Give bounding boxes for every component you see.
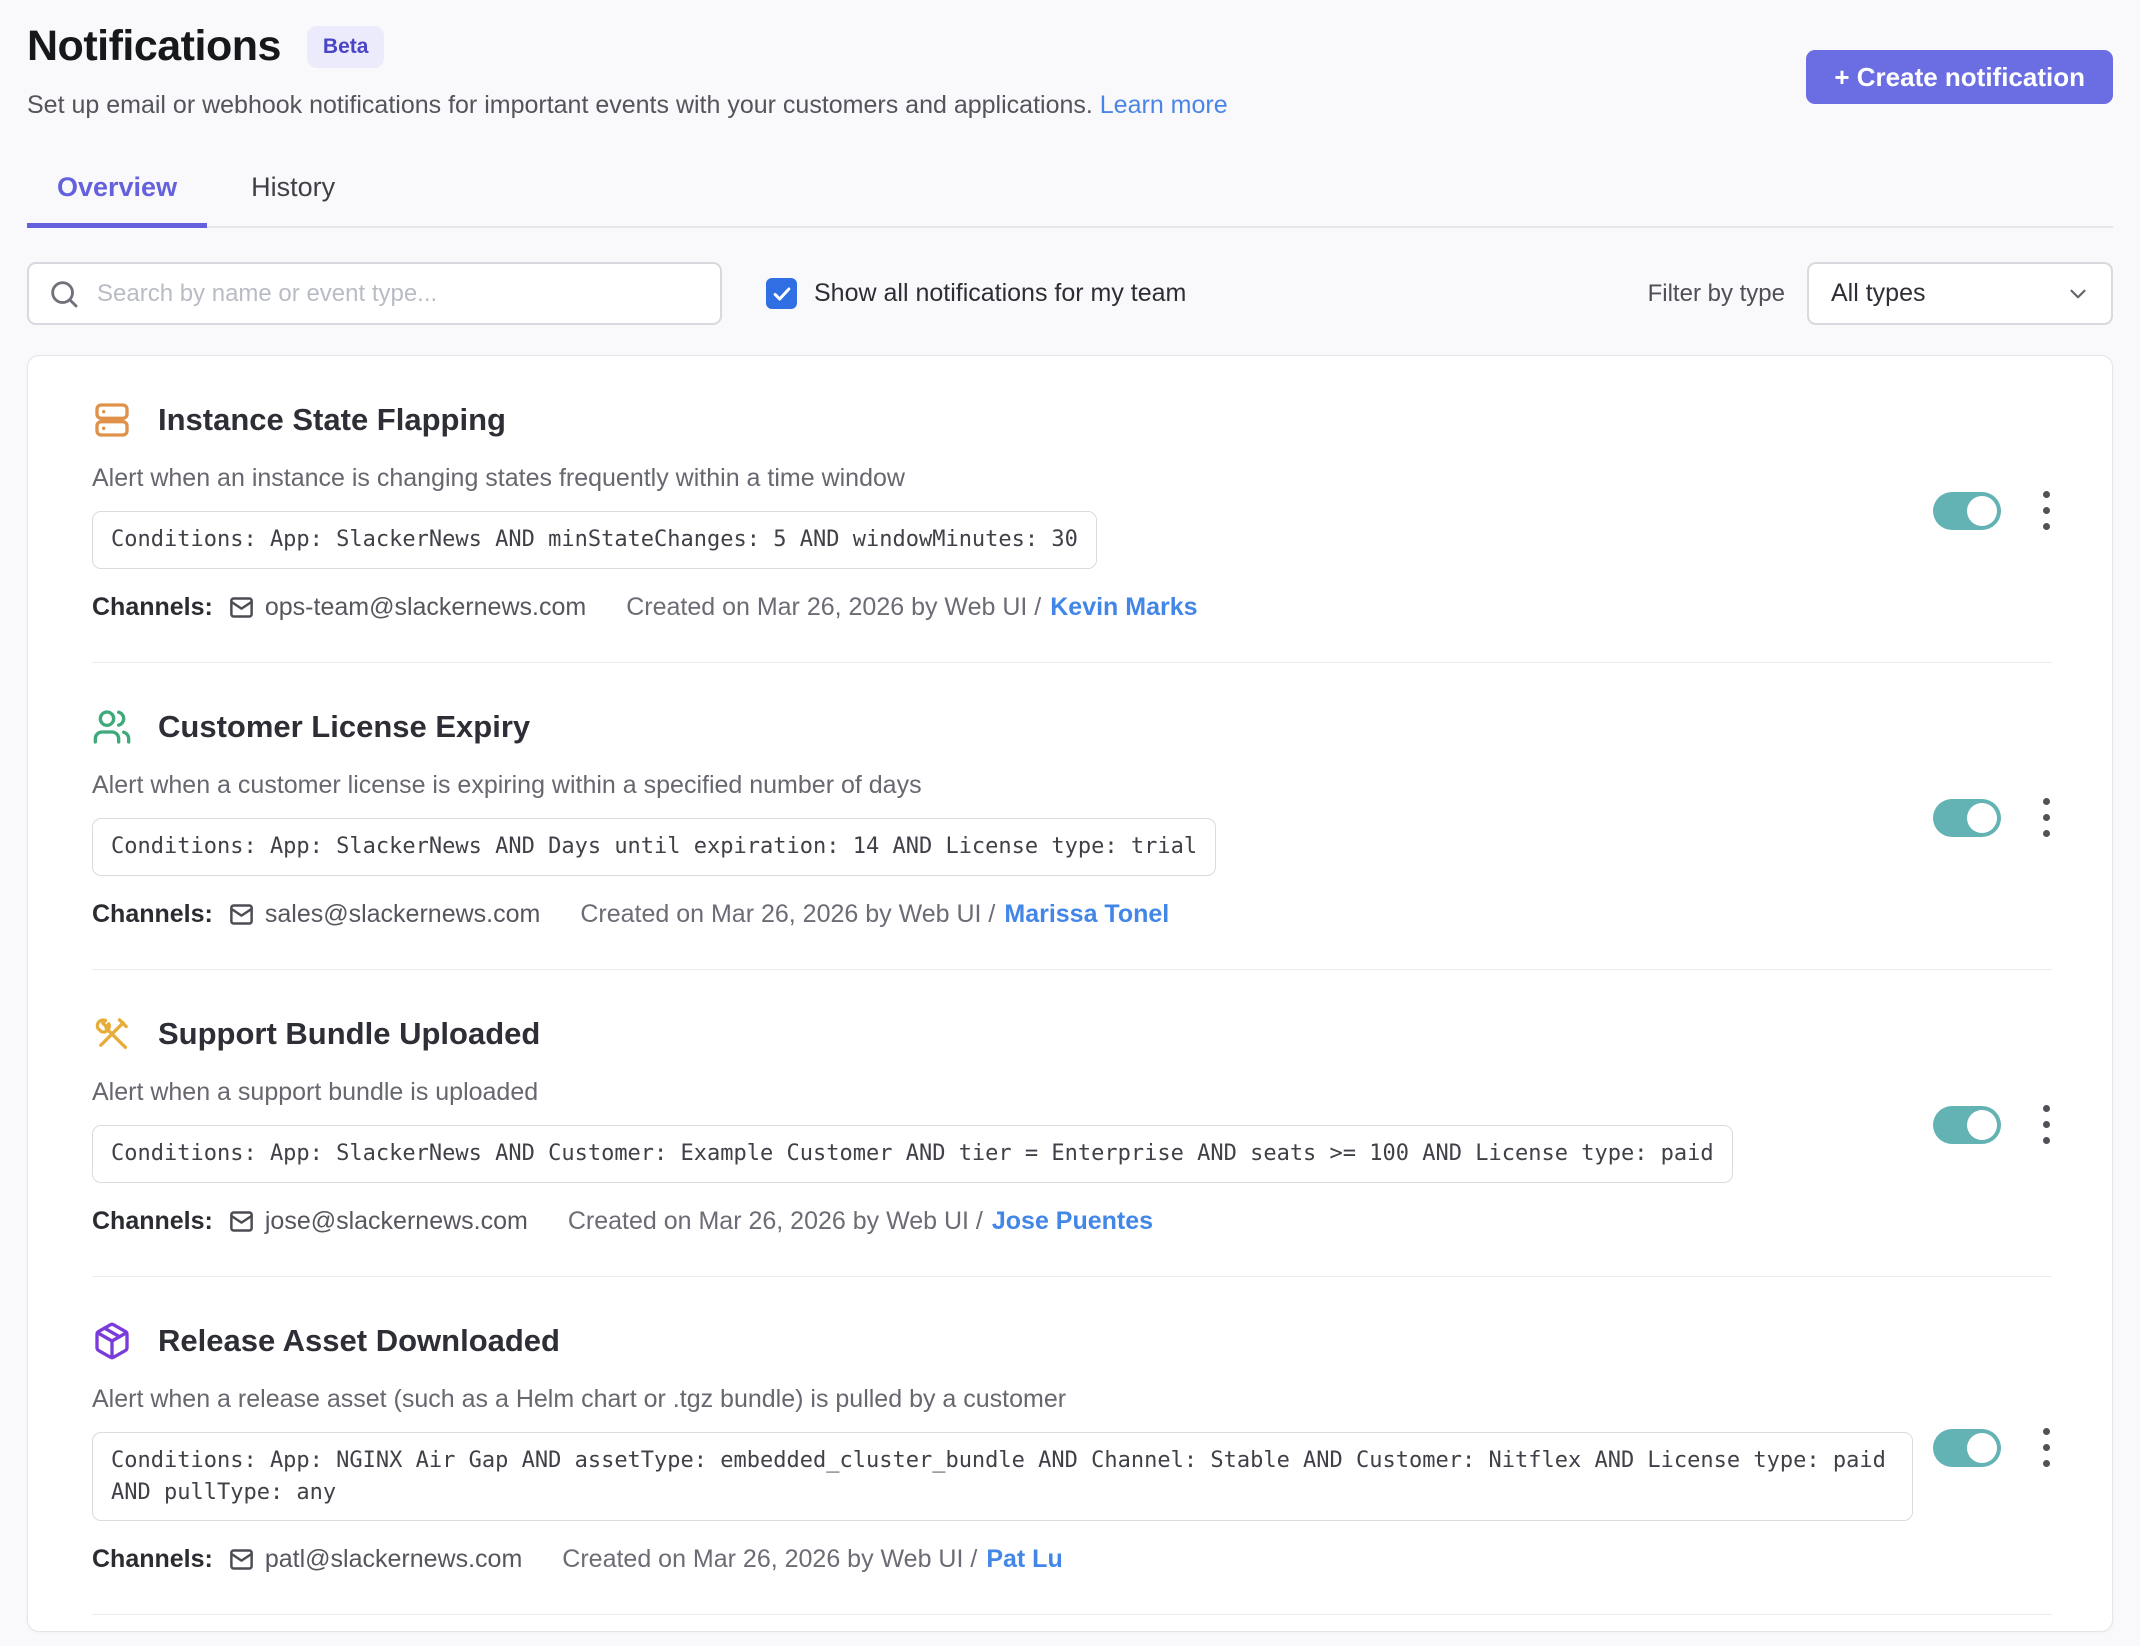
filter-type-select[interactable]: All types [1807,262,2113,325]
meta-line: Channels: patl@slackernews.com Created o… [92,1545,1913,1574]
users-icon [92,707,132,747]
tab-overview[interactable]: Overview [27,158,207,228]
search-box [27,262,722,325]
search-icon [47,277,81,316]
notification-row-release-asset-downloaded: Release Asset Downloaded Alert when a re… [92,1277,2052,1616]
meta-line: Channels: sales@slackernews.com Created … [92,900,1913,929]
notification-title: Support Bundle Uploaded [158,1016,540,1052]
notification-title: Release Asset Downloaded [158,1323,560,1359]
conditions-box: Conditions: App: NGINX Air Gap AND asset… [92,1432,1913,1522]
page-title: Notifications [27,22,281,71]
tools-icon [92,1014,132,1054]
notification-title: Instance State Flapping [158,402,506,438]
toggle-knob [1967,1433,1997,1463]
enabled-toggle[interactable] [1933,492,2001,530]
channel-email: ops-team@slackernews.com [265,593,586,622]
created-text: Created on Mar 26, 2026 by Web UI / [562,1545,977,1574]
page-header: Notifications Beta Set up email or webho… [27,22,2113,120]
author-link[interactable]: Pat Lu [986,1545,1062,1574]
notification-description: Alert when a release asset (such as a He… [92,1385,1913,1414]
tab-history[interactable]: History [221,158,365,228]
enabled-toggle[interactable] [1933,1106,2001,1144]
notification-description: Alert when a support bundle is uploaded [92,1078,1913,1107]
notification-description: Alert when a customer license is expirin… [92,771,1913,800]
channels-label: Channels: [92,1207,213,1236]
search-input[interactable] [27,262,722,325]
team-notifications-checkbox-row[interactable]: Show all notifications for my team [766,278,1186,309]
created-text: Created on Mar 26, 2026 by Web UI / [580,900,995,929]
meta-line: Channels: ops-team@slackernews.com Creat… [92,593,1913,622]
notifications-page: Notifications Beta Set up email or webho… [0,0,2140,1646]
toggle-knob [1967,803,1997,833]
channels-label: Channels: [92,1545,213,1574]
learn-more-link[interactable]: Learn more [1100,91,1228,119]
server-icon [92,400,132,440]
notification-row-support-bundle-uploaded: Support Bundle Uploaded Alert when a sup… [92,970,2052,1277]
toggle-knob [1967,496,1997,526]
conditions-box: Conditions: App: SlackerNews AND Custome… [92,1125,1733,1183]
notification-row-customer-license-expiry: Customer License Expiry Alert when a cus… [92,663,2052,970]
mail-icon [228,901,255,928]
created-text: Created on Mar 26, 2026 by Web UI / [626,593,1041,622]
created-text: Created on Mar 26, 2026 by Web UI / [568,1207,983,1236]
page-subtitle: Set up email or webhook notifications fo… [27,91,1228,120]
subtitle-text: Set up email or webhook notifications fo… [27,91,1093,119]
header-left: Notifications Beta Set up email or webho… [27,22,1228,120]
conditions-box: Conditions: App: SlackerNews AND Days un… [92,818,1216,876]
team-checkbox-label: Show all notifications for my team [814,279,1186,308]
enabled-toggle[interactable] [1933,1429,2001,1467]
chevron-down-icon [2065,281,2091,307]
filter-by-type-label: Filter by type [1648,280,1785,308]
create-notification-button[interactable]: + Create notification [1806,50,2113,104]
kebab-menu-icon[interactable] [2041,1101,2052,1148]
channels-label: Channels: [92,593,213,622]
notifications-list: Instance State Flapping Alert when an in… [27,355,2113,1632]
author-link[interactable]: Jose Puentes [992,1207,1153,1236]
channel-email: patl@slackernews.com [265,1545,522,1574]
notification-row-instance-state-flapping: Instance State Flapping Alert when an in… [92,356,2052,663]
kebab-menu-icon[interactable] [2041,1424,2052,1471]
author-link[interactable]: Marissa Tonel [1004,900,1169,929]
team-checkbox[interactable] [766,278,797,309]
filter-type-value: All types [1831,279,1925,308]
tabs-bar: Overview History [27,158,2113,228]
filter-row: Show all notifications for my team Filte… [27,262,2113,325]
mail-icon [228,594,255,621]
kebab-menu-icon[interactable] [2041,794,2052,841]
kebab-menu-icon[interactable] [2041,487,2052,534]
author-link[interactable]: Kevin Marks [1050,593,1197,622]
conditions-box: Conditions: App: SlackerNews AND minStat… [92,511,1097,569]
beta-badge: Beta [307,26,385,68]
package-icon [92,1321,132,1361]
meta-line: Channels: jose@slackernews.com Created o… [92,1207,1913,1236]
channel-email: jose@slackernews.com [265,1207,528,1236]
mail-icon [228,1208,255,1235]
channels-label: Channels: [92,900,213,929]
mail-icon [228,1546,255,1573]
notification-description: Alert when an instance is changing state… [92,464,1913,493]
notification-title: Customer License Expiry [158,709,530,745]
filter-right: Filter by type All types [1648,262,2113,325]
channel-email: sales@slackernews.com [265,900,540,929]
enabled-toggle[interactable] [1933,799,2001,837]
toggle-knob [1967,1110,1997,1140]
